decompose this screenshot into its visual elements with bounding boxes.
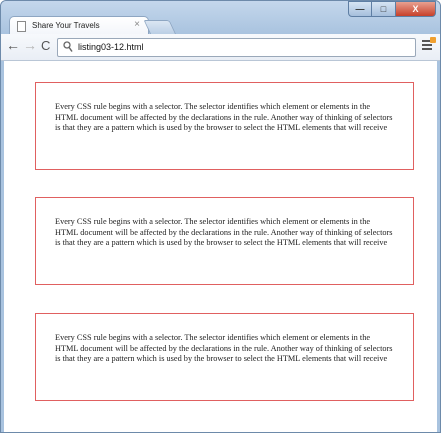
close-button[interactable]: X [396,1,436,17]
tab-title: Share Your Travels [32,21,100,30]
url-text: listing03-12.html [78,42,144,52]
browser-tab[interactable]: Share Your Travels × [9,16,149,36]
update-badge-icon [430,37,436,43]
maximize-button[interactable]: □ [372,1,396,17]
minimize-button[interactable]: — [348,1,372,17]
content-box: Every CSS rule begins with a selector. T… [35,197,414,285]
browser-window: Share Your Travels × — □ X ← → C listing… [0,0,441,433]
reload-icon[interactable]: C [41,38,50,53]
browser-toolbar: ← → C listing03-12.html [1,34,440,61]
menu-icon[interactable] [422,37,436,52]
content-box: Every CSS rule begins with a selector. T… [35,82,414,170]
forward-arrow-icon[interactable]: → [23,37,37,53]
tab-close-icon[interactable]: × [134,19,140,30]
address-bar[interactable]: listing03-12.html [57,38,416,57]
box-paragraph: Every CSS rule begins with a selector. T… [55,217,393,247]
window-controls: — □ X [348,1,436,18]
page-icon [17,21,26,32]
content-box: Every CSS rule begins with a selector. T… [35,313,414,401]
title-bar: Share Your Travels × — □ X [1,1,440,36]
box-paragraph: Every CSS rule begins with a selector. T… [55,102,393,132]
back-arrow-icon[interactable]: ← [6,37,20,53]
page-viewport: Every CSS rule begins with a selector. T… [4,61,437,432]
box-paragraph: Every CSS rule begins with a selector. T… [55,333,393,363]
search-icon [63,41,73,52]
